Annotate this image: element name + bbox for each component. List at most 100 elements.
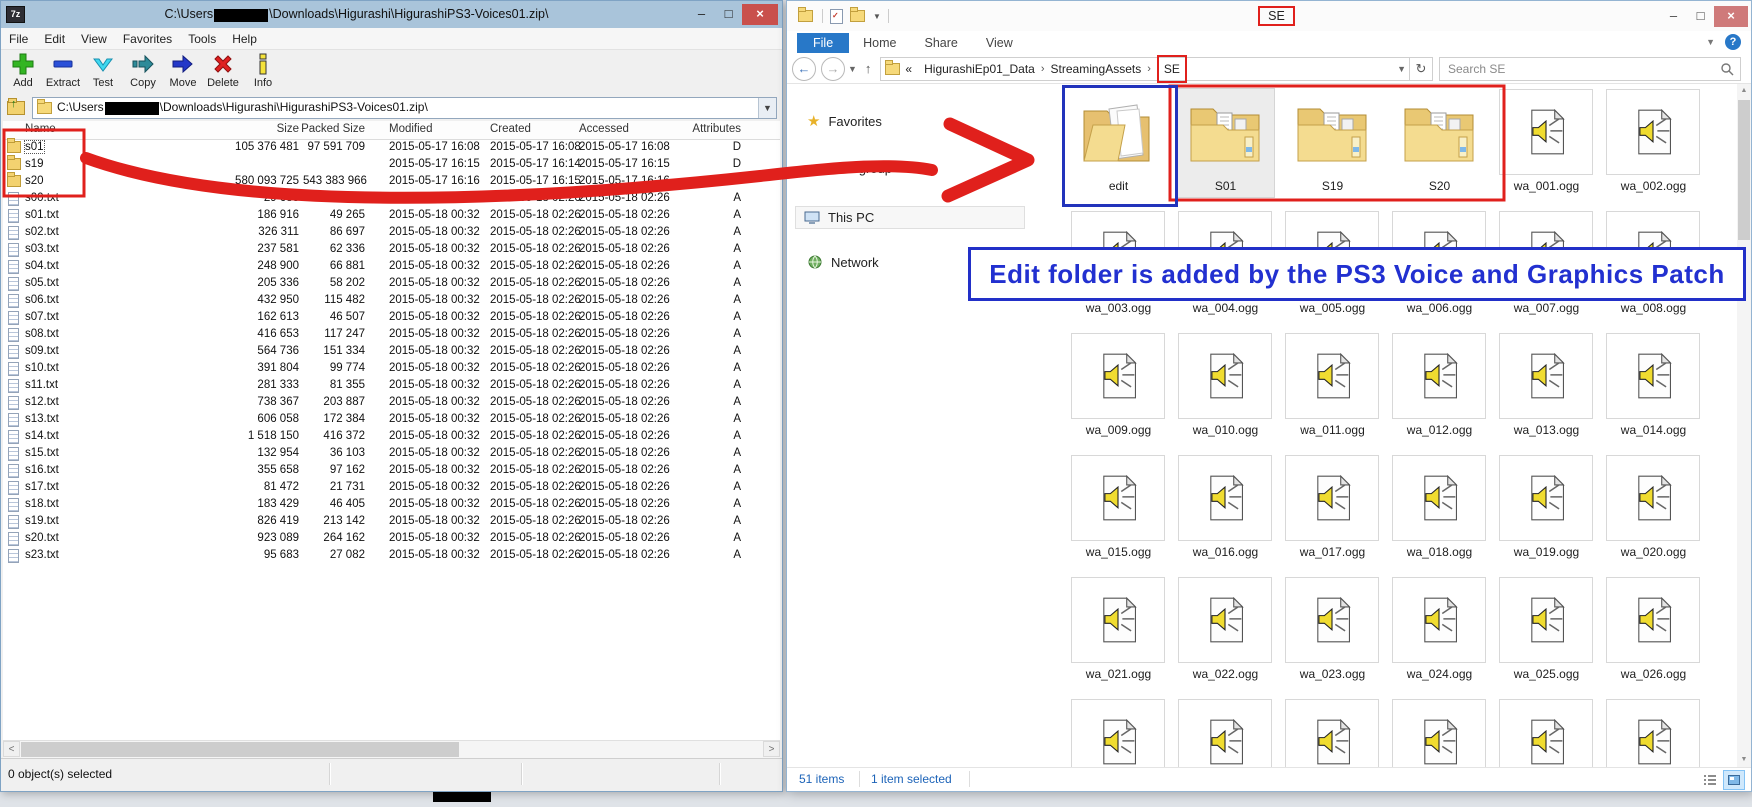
menu-help[interactable]: Help [224,32,265,46]
file-tile[interactable] [1071,699,1167,767]
file-tile[interactable] [1392,699,1488,767]
file-tile[interactable]: wa_012.ogg [1392,333,1488,441]
sidebar-item-network[interactable]: Network [807,254,879,270]
folder-up-icon[interactable] [7,101,25,115]
breadcrumb[interactable]: « HigurashiEp01_Data › StreamingAssets ›… [880,57,1433,81]
archive-row[interactable]: s09.txt 564 736 151 334 2015-05-18 00:32… [3,344,780,361]
archive-row[interactable]: s03.txt 237 581 62 336 2015-05-18 00:32 … [3,242,780,259]
file-tile[interactable] [1499,699,1595,767]
scrollbar-thumb[interactable] [1738,100,1750,240]
properties-icon[interactable] [830,9,843,24]
file-tile[interactable]: S01 [1178,89,1274,197]
delete-button[interactable]: Delete [203,50,243,94]
archive-row[interactable]: s02.txt 326 311 86 697 2015-05-18 00:32 … [3,225,780,242]
archive-row[interactable]: s04.txt 248 900 66 881 2015-05-18 00:32 … [3,259,780,276]
refresh-icon[interactable]: ↻ [1409,58,1432,80]
sidebar-item-homegroup[interactable]: ⌂ Homegroup [807,160,892,177]
file-tile[interactable]: wa_026.ogg [1606,577,1702,685]
scrollbar-thumb[interactable] [21,742,459,757]
maximize-button[interactable]: □ [1687,6,1714,27]
close-button[interactable]: × [1714,6,1748,27]
column-header-attributes[interactable]: Attributes [663,123,741,135]
file-tile[interactable]: wa_001.ogg [1499,89,1595,197]
info-button[interactable]: Info [243,50,283,94]
sidebar-item-this-pc[interactable]: This PC [795,206,1025,229]
file-tile[interactable]: wa_005.ogg [1285,211,1381,319]
archive-row[interactable]: s01 105 376 481 97 591 709 2015-05-17 16… [3,140,780,157]
file-tile[interactable]: wa_010.ogg [1178,333,1274,441]
archive-row[interactable]: s17.txt 81 472 21 731 2015-05-18 00:32 2… [3,480,780,497]
folder-icon[interactable] [798,10,813,22]
column-header-packed[interactable]: Packed Size [299,123,365,135]
file-tile[interactable]: wa_025.ogg [1499,577,1595,685]
expand-ribbon-icon[interactable]: ▼ [1706,37,1715,47]
file-tile[interactable]: wa_019.ogg [1499,455,1595,563]
archive-row[interactable]: s15.txt 132 954 36 103 2015-05-18 00:32 … [3,446,780,463]
file-tile[interactable]: wa_004.ogg [1178,211,1274,319]
archive-row[interactable]: s07.txt 162 613 46 507 2015-05-18 00:32 … [3,310,780,327]
archive-row[interactable]: s20 580 093 725 543 383 966 2015-05-17 1… [3,174,780,191]
move-button[interactable]: Move [163,50,203,94]
breadcrumb-item-se-highlighted[interactable]: SE [1157,55,1187,83]
search-input[interactable]: Search SE [1439,57,1741,81]
maximize-button[interactable]: □ [715,4,742,25]
minimize-button[interactable]: – [1660,6,1687,27]
file-tile[interactable]: wa_002.ogg [1606,89,1702,197]
scroll-right-icon[interactable]: > [763,741,780,757]
column-header-modified[interactable]: Modified [389,123,432,135]
breadcrumb-item-streamingassets[interactable]: StreamingAssets [1051,62,1142,76]
archive-path-combobox[interactable]: C:\Users\Downloads\Higurashi\HigurashiPS… [32,97,777,119]
menu-file[interactable]: File [1,32,36,46]
sevenzip-titlebar[interactable]: 7z C:\Users\Downloads\Higurashi\Higurash… [1,1,782,28]
file-tile[interactable] [1285,699,1381,767]
file-tile[interactable] [1178,699,1274,767]
column-header-size[interactable]: Size [203,123,299,135]
archive-row[interactable]: s12.txt 738 367 203 887 2015-05-18 00:32… [3,395,780,412]
file-tile[interactable]: wa_017.ogg [1285,455,1381,563]
archive-row[interactable]: s13.txt 606 058 172 384 2015-05-18 00:32… [3,412,780,429]
file-tile[interactable]: wa_024.ogg [1392,577,1488,685]
forward-button[interactable]: → [821,57,845,81]
chevron-down-icon[interactable]: ▼ [873,12,881,21]
menu-view[interactable]: View [73,32,115,46]
thumbnail-view-button[interactable] [1723,770,1745,790]
tab-view[interactable]: View [972,33,1027,53]
file-tile[interactable]: wa_015.ogg [1071,455,1167,563]
file-tile[interactable]: wa_011.ogg [1285,333,1381,441]
archive-row[interactable]: s06.txt 432 950 115 482 2015-05-18 00:32… [3,293,780,310]
scroll-down-icon[interactable]: ▼ [1737,753,1751,767]
file-tile[interactable]: wa_009.ogg [1071,333,1167,441]
file-tile[interactable]: wa_007.ogg [1499,211,1595,319]
archive-row[interactable]: s01.txt 186 916 49 265 2015-05-18 00:32 … [3,208,780,225]
archive-row[interactable]: s19.txt 826 419 213 142 2015-05-18 00:32… [3,514,780,531]
recent-locations-icon[interactable]: ▼ [848,64,857,74]
menu-tools[interactable]: Tools [180,32,224,46]
help-icon[interactable]: ? [1725,34,1741,50]
chevron-down-icon[interactable]: ▼ [758,98,776,118]
file-tile[interactable]: wa_003.ogg [1071,211,1167,319]
up-button[interactable]: ↑ [865,61,872,76]
tab-share[interactable]: Share [911,33,972,53]
file-tile[interactable]: wa_022.ogg [1178,577,1274,685]
vertical-scrollbar[interactable]: ▲ ▼ [1737,84,1751,767]
extract-button[interactable]: Extract [43,50,83,94]
menu-edit[interactable]: Edit [36,32,73,46]
scroll-left-icon[interactable]: < [3,741,20,757]
details-view-button[interactable] [1699,770,1721,790]
chevron-down-icon[interactable]: ▼ [1397,64,1406,74]
back-button[interactable]: ← [792,57,816,81]
file-tile[interactable]: wa_006.ogg [1392,211,1488,319]
breadcrumb-root[interactable]: « [905,62,912,76]
archive-row[interactable]: s08.txt 416 653 117 247 2015-05-18 00:32… [3,327,780,344]
tab-home[interactable]: Home [849,33,910,53]
column-header-created[interactable]: Created [490,123,531,135]
archive-row[interactable]: s18.txt 183 429 46 405 2015-05-18 00:32 … [3,497,780,514]
archive-row[interactable]: s20.txt 923 089 264 162 2015-05-18 00:32… [3,531,780,548]
file-tile[interactable]: wa_020.ogg [1606,455,1702,563]
test-button[interactable]: Test [83,50,123,94]
search-icon[interactable] [1720,62,1734,76]
chevron-right-icon[interactable]: › [1147,63,1151,75]
file-tile[interactable] [1606,699,1702,767]
menu-favorites[interactable]: Favorites [115,32,180,46]
archive-row[interactable]: s14.txt 1 518 150 416 372 2015-05-18 00:… [3,429,780,446]
